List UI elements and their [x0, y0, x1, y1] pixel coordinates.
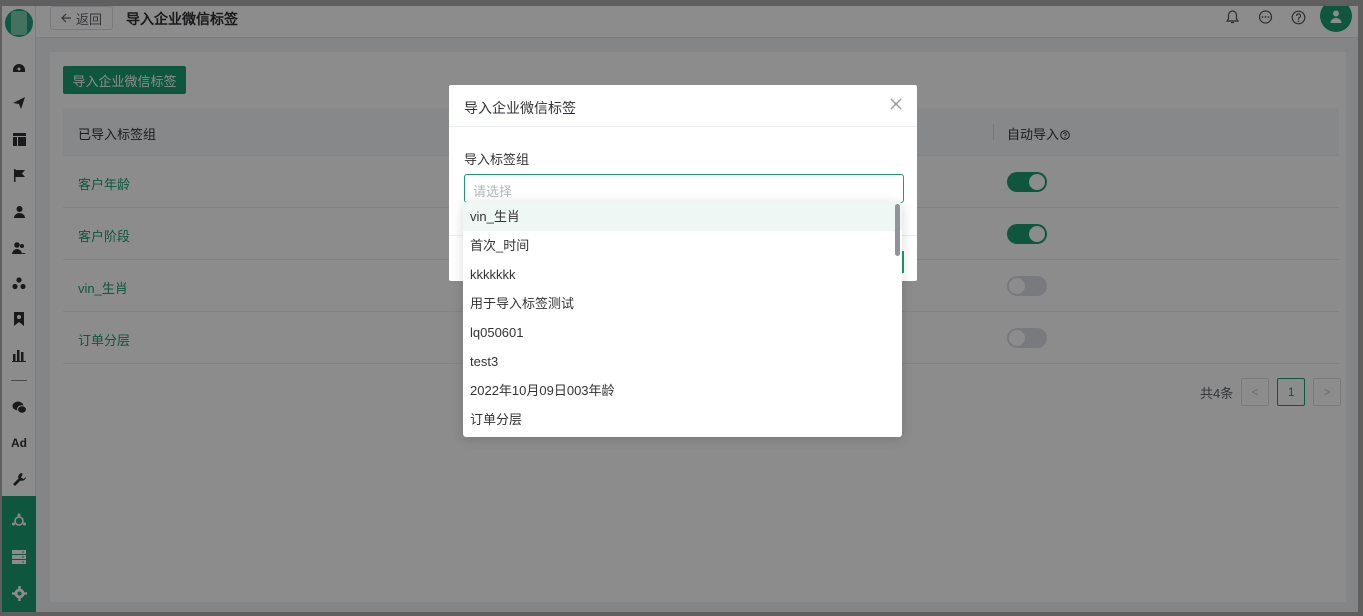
select-dropdown: vin_生肖 首次_时间 kkkkkkk 用于导入标签测试 lq050601 t…	[463, 202, 902, 437]
dialog-header: 导入企业微信标签	[449, 85, 917, 127]
dropdown-option[interactable]: vin_生肖	[463, 202, 902, 231]
select-placeholder: 请选择	[473, 184, 513, 199]
dropdown-scrollbar[interactable]	[895, 204, 900, 256]
close-icon[interactable]	[888, 96, 904, 112]
confirm-button-edge[interactable]	[902, 251, 904, 273]
dropdown-option[interactable]: 2022年10月09日003年龄	[463, 376, 902, 405]
dropdown-option[interactable]: test3	[463, 347, 902, 376]
tag-group-select[interactable]: 请选择	[464, 174, 904, 203]
dropdown-option[interactable]: 首次_时间	[463, 231, 902, 260]
field-label: 导入标签组	[464, 152, 530, 167]
app-window: Ad 返回 导入企业微信标签 导入企业微信标签 已导入标签组 自动导入 客户年龄…	[2, 6, 1358, 612]
dropdown-option[interactable]: 用于导入标签测试	[463, 289, 902, 318]
dropdown-option[interactable]: kkkkkkk	[463, 260, 902, 289]
dialog-title: 导入企业微信标签	[464, 100, 576, 116]
dropdown-option[interactable]: lq050601	[463, 318, 902, 347]
dropdown-option[interactable]: 订单分层	[463, 405, 902, 434]
